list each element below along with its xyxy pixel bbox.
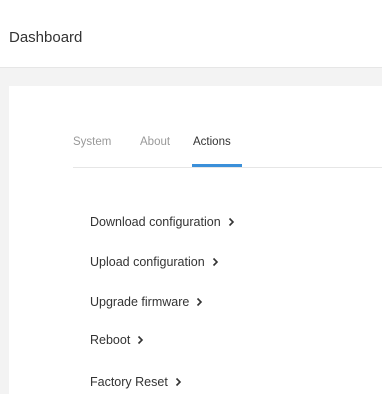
chevron-right-icon xyxy=(228,217,234,227)
download-configuration-button[interactable]: Download configuration xyxy=(90,214,235,230)
active-tab-indicator xyxy=(192,164,242,167)
top-bar: Dashboard xyxy=(0,0,382,68)
action-label: Reboot xyxy=(90,333,131,347)
action-label: Upload configuration xyxy=(90,255,205,269)
tab-actions[interactable]: Actions xyxy=(193,134,231,150)
tab-system[interactable]: System xyxy=(73,134,111,150)
chevron-right-icon xyxy=(197,297,203,307)
chevron-right-icon xyxy=(175,377,181,387)
page-title: Dashboard xyxy=(9,29,83,46)
action-label: Factory Reset xyxy=(90,375,168,389)
chevron-right-icon xyxy=(138,335,144,345)
reboot-button[interactable]: Reboot xyxy=(90,332,144,348)
chevron-right-icon xyxy=(212,257,218,267)
factory-reset-button[interactable]: Factory Reset xyxy=(90,374,182,390)
upgrade-firmware-button[interactable]: Upgrade firmware xyxy=(90,294,203,310)
content-panel: System About Actions Download configurat… xyxy=(9,86,382,394)
action-label: Download configuration xyxy=(90,215,221,229)
tab-about[interactable]: About xyxy=(140,134,170,150)
tab-bar: System About Actions xyxy=(73,131,382,168)
action-label: Upgrade firmware xyxy=(90,295,190,309)
upload-configuration-button[interactable]: Upload configuration xyxy=(90,254,219,270)
